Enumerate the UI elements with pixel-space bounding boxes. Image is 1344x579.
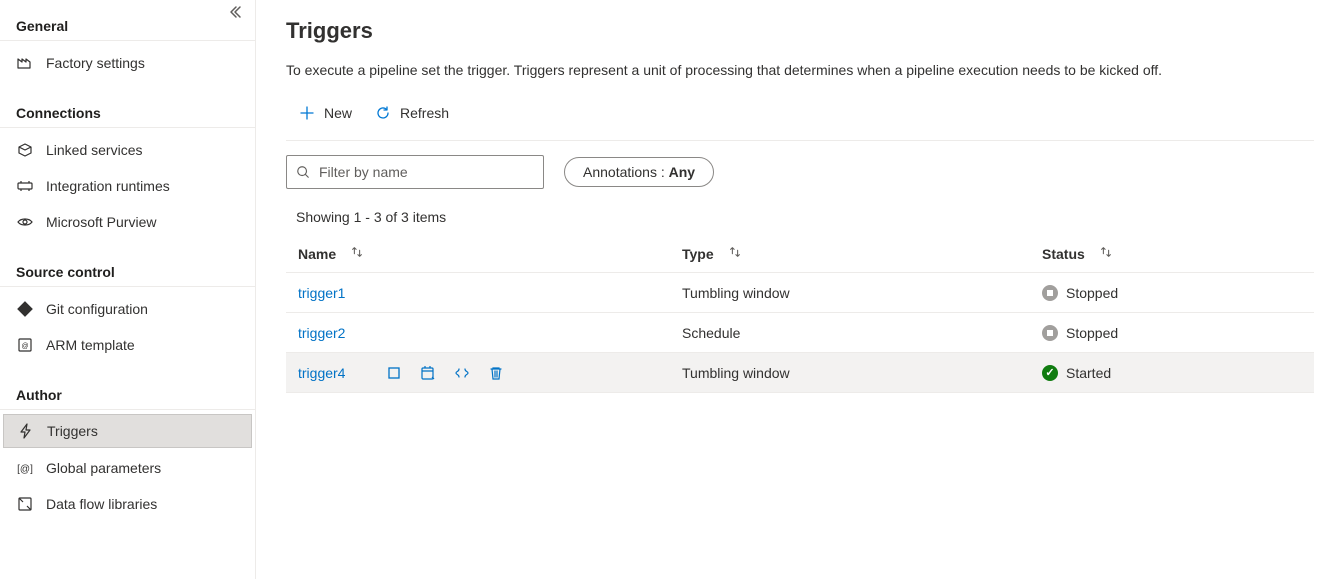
integration-runtimes-icon	[16, 177, 34, 195]
schedule-icon[interactable]	[419, 364, 437, 382]
annotations-filter[interactable]: Annotations : Any	[564, 157, 714, 187]
table-row[interactable]: trigger2 Schedule Stopped	[286, 313, 1314, 353]
column-header-name[interactable]: Name	[286, 235, 670, 273]
sidebar-section-title: General	[0, 8, 255, 41]
sidebar-item-label: ARM template	[46, 337, 135, 353]
status-text: Stopped	[1066, 325, 1118, 341]
table-row[interactable]: trigger1 Tumbling window Stopped	[286, 273, 1314, 313]
microsoft-purview-icon	[16, 213, 34, 231]
sidebar-item-label: Triggers	[47, 423, 98, 439]
triggers-icon	[17, 422, 35, 440]
main-content: Triggers To execute a pipeline set the t…	[256, 0, 1344, 579]
trigger-type: Tumbling window	[670, 353, 1030, 393]
sidebar-item-label: Linked services	[46, 142, 143, 158]
sidebar-item-label: Integration runtimes	[46, 178, 170, 194]
trigger-name-link[interactable]: trigger2	[298, 325, 345, 341]
status-stopped-icon	[1042, 285, 1058, 301]
sidebar-item-label: Git configuration	[46, 301, 148, 317]
sort-icon	[728, 245, 742, 259]
filter-row: Annotations : Any	[286, 141, 1314, 189]
sidebar-item-data-flow-libraries[interactable]: Data flow libraries	[0, 486, 255, 522]
sidebar-item-triggers[interactable]: Triggers	[3, 414, 252, 448]
svg-text:[@]: [@]	[17, 464, 33, 475]
refresh-icon	[374, 104, 392, 122]
page-description: To execute a pipeline set the trigger. T…	[286, 62, 1314, 78]
filter-by-name-input[interactable]	[317, 163, 535, 181]
sort-icon	[350, 245, 364, 259]
sidebar-section-title: Author	[0, 377, 255, 410]
sidebar-item-label: Data flow libraries	[46, 496, 157, 512]
column-header-status[interactable]: Status	[1030, 235, 1314, 273]
delete-icon[interactable]	[487, 364, 505, 382]
collapse-sidebar-icon[interactable]	[227, 4, 243, 25]
sort-icon	[1099, 245, 1113, 259]
toolbar: New Refresh	[286, 96, 1314, 141]
refresh-button-label: Refresh	[400, 105, 449, 121]
linked-services-icon	[16, 141, 34, 159]
showing-text: Showing 1 - 3 of 3 items	[286, 189, 1314, 235]
git-configuration-icon	[16, 300, 34, 318]
plus-icon	[298, 104, 316, 122]
sidebar-section-title: Source control	[0, 254, 255, 287]
sidebar-item-integration-runtimes[interactable]: Integration runtimes	[0, 168, 255, 204]
sidebar-item-label: Microsoft Purview	[46, 214, 156, 230]
sidebar-item-label: Factory settings	[46, 55, 145, 71]
status-started-icon: ✓	[1042, 365, 1058, 381]
annotations-value: Any	[669, 164, 695, 180]
search-icon	[295, 164, 311, 180]
status-stopped-icon	[1042, 325, 1058, 341]
status-text: Stopped	[1066, 285, 1118, 301]
triggers-table: Name Type Status	[286, 235, 1314, 393]
svg-text:@: @	[21, 343, 28, 350]
trigger-name-link[interactable]: trigger1	[298, 285, 345, 301]
sidebar: General Factory settings Connections Linked…	[0, 0, 256, 579]
factory-settings-icon	[16, 54, 34, 72]
status-text: Started	[1066, 365, 1111, 381]
new-button-label: New	[324, 105, 352, 121]
trigger-type: Tumbling window	[670, 273, 1030, 313]
annotations-label: Annotations :	[583, 164, 669, 180]
arm-template-icon: @	[16, 336, 34, 354]
column-header-type[interactable]: Type	[670, 235, 1030, 273]
sidebar-item-git-configuration[interactable]: Git configuration	[0, 291, 255, 327]
trigger-name-link[interactable]: trigger4	[298, 365, 345, 381]
data-flow-libraries-icon	[16, 495, 34, 513]
filter-by-name-box[interactable]	[286, 155, 544, 189]
sidebar-item-arm-template[interactable]: @ ARM template	[0, 327, 255, 363]
sidebar-section-title: Connections	[0, 95, 255, 128]
global-parameters-icon: [@]	[16, 459, 34, 477]
trigger-type: Schedule	[670, 313, 1030, 353]
new-button[interactable]: New	[296, 100, 354, 126]
stop-icon[interactable]	[385, 364, 403, 382]
page-title: Triggers	[286, 18, 1314, 44]
table-row[interactable]: trigger4 Tumbling window ✓ Started	[286, 353, 1314, 393]
sidebar-item-microsoft-purview[interactable]: Microsoft Purview	[0, 204, 255, 240]
sidebar-item-label: Global parameters	[46, 460, 161, 476]
sidebar-item-global-parameters[interactable]: [@] Global parameters	[0, 450, 255, 486]
sidebar-item-linked-services[interactable]: Linked services	[0, 132, 255, 168]
code-icon[interactable]	[453, 364, 471, 382]
refresh-button[interactable]: Refresh	[372, 100, 451, 126]
sidebar-item-factory-settings[interactable]: Factory settings	[0, 45, 255, 81]
